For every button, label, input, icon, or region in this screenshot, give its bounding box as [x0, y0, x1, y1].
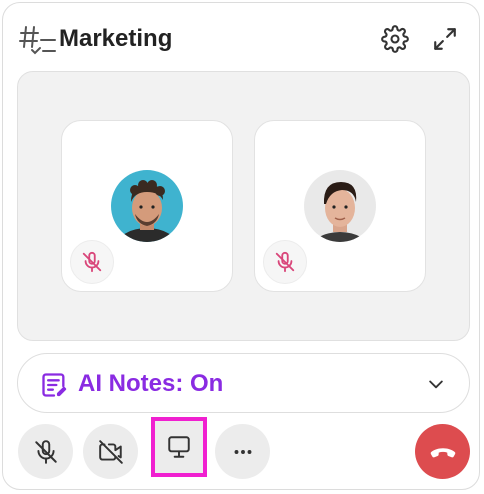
participant-tile[interactable] [61, 120, 233, 292]
mute-button[interactable] [18, 424, 73, 479]
expand-button[interactable] [427, 21, 463, 57]
mic-off-icon [275, 251, 295, 273]
expand-arrows-icon [434, 28, 456, 50]
muted-mic-badge [70, 240, 114, 284]
participants-stage [17, 71, 470, 341]
header: Marketing [19, 21, 471, 57]
ai-notes-label: AI Notes: On [78, 370, 224, 397]
hang-up-button[interactable] [415, 424, 470, 479]
camera-button[interactable] [83, 424, 138, 479]
settings-button[interactable] [377, 21, 413, 57]
mic-off-icon [34, 439, 57, 464]
phone-hangup-icon [430, 447, 455, 457]
ai-notes-toggle[interactable]: AI Notes: On [17, 353, 470, 413]
mic-off-icon [82, 251, 102, 273]
video-off-icon [98, 439, 123, 464]
call-panel: Marketing AI Notes: On [2, 2, 480, 490]
participant-tile[interactable] [254, 120, 426, 292]
monitor-icon [168, 436, 190, 458]
channel-title: Marketing [59, 25, 173, 52]
ellipsis-icon [234, 449, 251, 454]
chevron-down-icon [429, 380, 443, 389]
curly-hair-man-avatar [111, 170, 183, 242]
more-options-button[interactable] [215, 424, 270, 479]
screen-share-button[interactable] [151, 417, 207, 477]
hash-list-icon [19, 26, 56, 55]
dark-hair-man-avatar [304, 170, 376, 242]
muted-mic-badge [263, 240, 307, 284]
gear-icon [381, 25, 409, 53]
notes-edit-icon [42, 373, 67, 397]
